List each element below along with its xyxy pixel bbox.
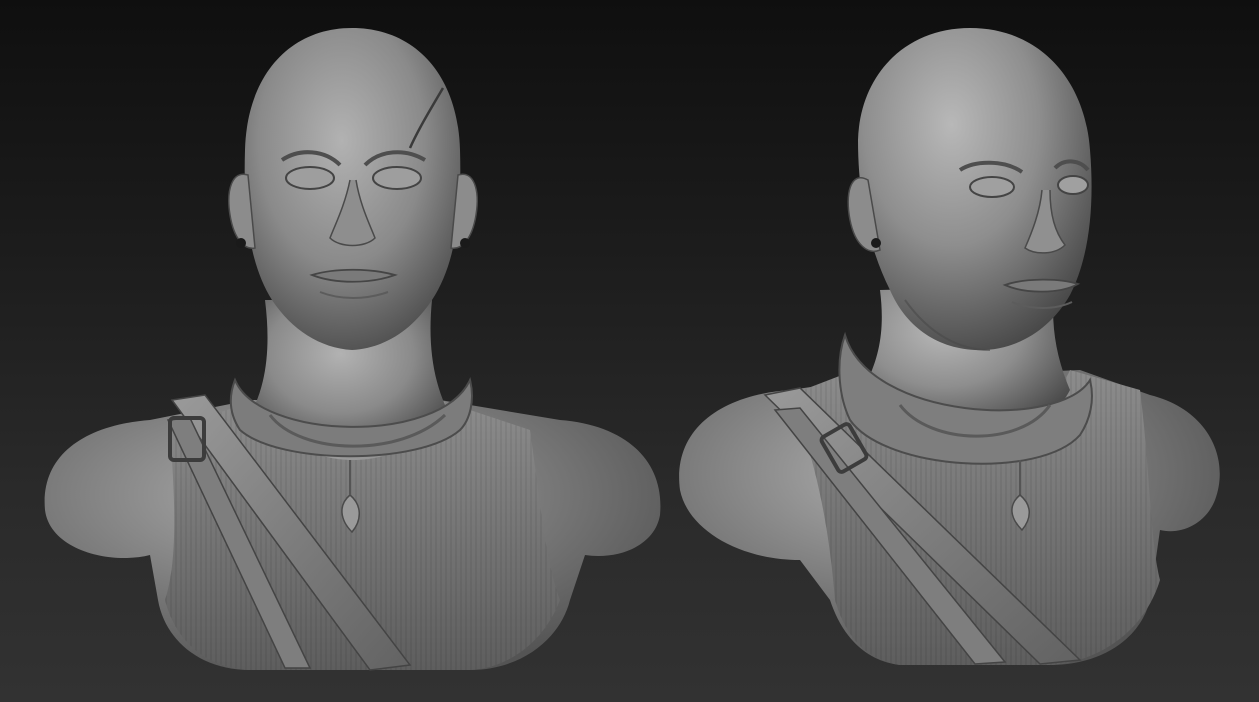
- left-earring: [871, 238, 881, 248]
- render-viewport: [0, 0, 1259, 702]
- right-earring: [460, 238, 470, 248]
- left-eye: [969, 176, 1015, 198]
- bust-front-view: [44, 28, 661, 671]
- left-earring: [236, 238, 246, 248]
- right-eye: [1057, 175, 1089, 195]
- right-eye: [372, 166, 422, 190]
- bust-three-quarter-view: [679, 28, 1220, 665]
- sculpt-render: [44, 28, 1220, 671]
- left-eye: [285, 166, 335, 190]
